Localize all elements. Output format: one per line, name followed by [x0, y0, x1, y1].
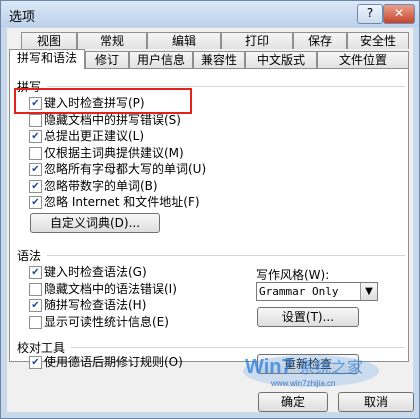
option-label: 总提出更正建议(L) [44, 129, 145, 143]
proofing-divider [71, 347, 405, 348]
option-label: 随拼写检查语法(H) [44, 298, 147, 312]
help-button[interactable]: ? [357, 4, 383, 24]
option-label: 忽略所有字母都大写的单词(U) [44, 162, 207, 176]
option-label: 隐藏文档中的拼写错误(S) [44, 113, 181, 127]
tab-file-locations[interactable]: 文件位置 [317, 51, 409, 68]
close-button[interactable]: ✕ [383, 4, 415, 24]
checkbox[interactable]: ✔ [29, 180, 42, 193]
proofing-heading: 校对工具 [17, 341, 66, 355]
chevron-down-icon[interactable]: ▼ [360, 283, 377, 300]
checkbox[interactable]: ✔ [29, 130, 42, 143]
tab-spelling-grammar[interactable]: 拼写和语法 [9, 49, 85, 69]
grammar-settings-button[interactable]: 设置(T)... [257, 307, 359, 327]
window-title: 选项 [9, 10, 36, 25]
ok-button[interactable]: 确定 [258, 392, 328, 412]
checkbox[interactable]: ✔ [29, 299, 42, 312]
tab-security[interactable]: 安全性 [347, 32, 409, 49]
option-label: 键入时检查语法(G) [44, 265, 147, 279]
checkbox[interactable]: ✔ [29, 196, 42, 209]
checkbox[interactable] [29, 147, 42, 160]
checkbox[interactable]: ✔ [29, 163, 42, 176]
checkbox[interactable] [29, 283, 42, 296]
option-label: 忽略 Internet 和文件地址(F) [44, 195, 200, 209]
highlight-annotation [14, 88, 192, 114]
tab-view[interactable]: 视图 [21, 32, 77, 49]
checkbox[interactable]: ✔ [29, 356, 42, 369]
option-label: 使用德语后期修订规则(O) [44, 355, 183, 369]
option-label: 显示可读性统计信息(E) [44, 315, 169, 329]
options-dialog: 选项 ? ✕ 视图 常规 编辑 打印 保存 安全性 拼写和语法 修订 用户信息 … [0, 0, 420, 419]
tab-save[interactable]: 保存 [293, 32, 347, 49]
option-label: 隐藏文档中的语法错误(I) [44, 282, 177, 296]
watermark-logo: Win7 系统之家 www.win7zhijia.cn [241, 351, 381, 391]
option-label: 仅根据主词典提供建议(M) [44, 146, 184, 160]
tab-edit[interactable]: 编辑 [147, 32, 221, 49]
tab-general[interactable]: 常规 [77, 32, 147, 49]
tab-chinese-layout[interactable]: 中文版式 [245, 51, 317, 68]
tab-print[interactable]: 打印 [221, 32, 293, 49]
checkbox[interactable] [29, 114, 42, 127]
grammar-heading: 语法 [17, 249, 42, 263]
tab-compatibility[interactable]: 兼容性 [193, 51, 245, 68]
option-label: 忽略带数字的单词(B) [44, 179, 158, 193]
writing-style-value: Grammar Only [259, 285, 339, 298]
tab-user-info[interactable]: 用户信息 [129, 51, 193, 68]
title-bar: 选项 ? ✕ [1, 1, 419, 27]
grammar-divider [47, 255, 405, 256]
cancel-button[interactable]: 取消 [338, 392, 414, 412]
writing-style-label: 写作风格(W): [256, 268, 330, 282]
svg-text:系统之家: 系统之家 [299, 358, 363, 377]
checkbox[interactable]: ✔ [29, 266, 42, 279]
svg-text:Win7: Win7 [245, 356, 293, 378]
writing-style-select[interactable]: Grammar Only ▼ [256, 282, 378, 301]
svg-text:www.win7zhijia.cn: www.win7zhijia.cn [270, 379, 335, 388]
custom-dictionary-button[interactable]: 自定义词典(D)... [30, 213, 160, 233]
spelling-divider [47, 86, 405, 87]
checkbox[interactable] [29, 316, 42, 329]
tab-revisions[interactable]: 修订 [85, 51, 129, 68]
